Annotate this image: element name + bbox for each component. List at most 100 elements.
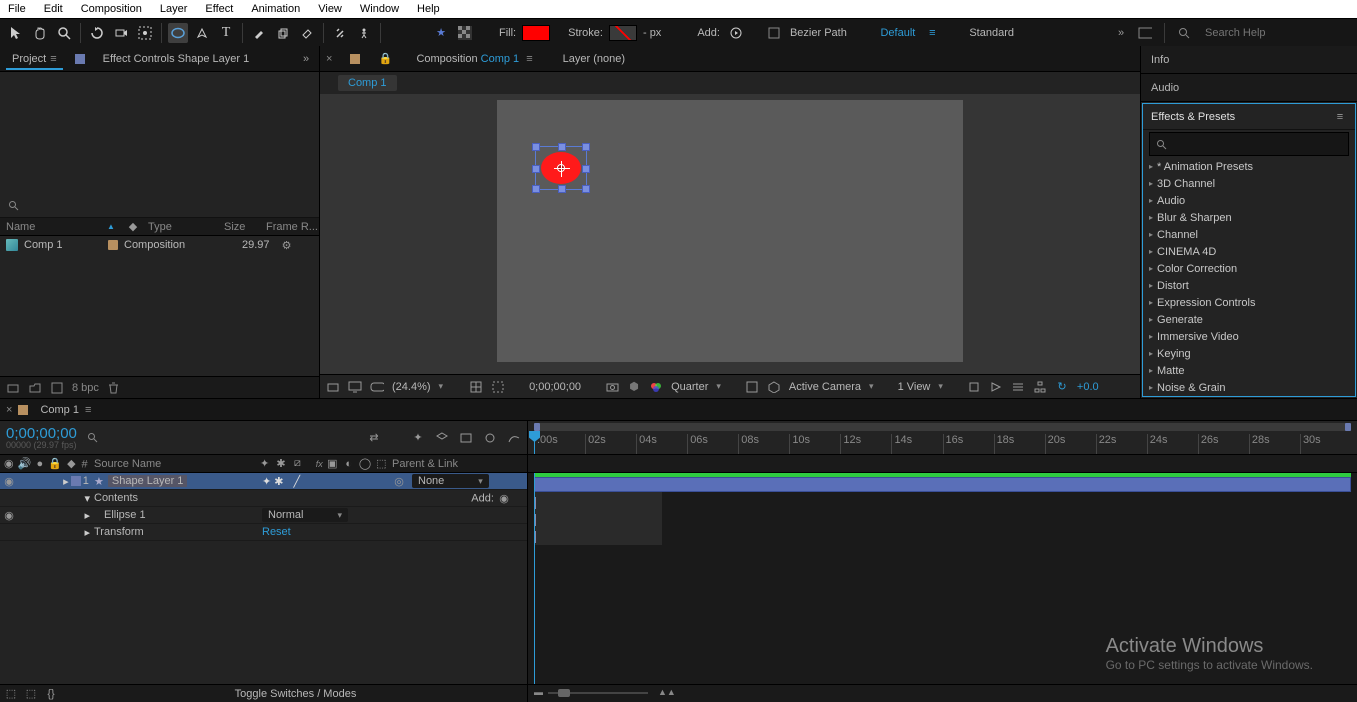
effects-category[interactable]: ▸Matte [1143,362,1355,379]
anchor-point-icon[interactable] [557,164,565,172]
graph-editor-icon[interactable] [507,431,521,445]
layer-transform-row[interactable]: ▸ Transform Reset [0,524,527,541]
interpret-icon[interactable] [6,381,20,395]
col-type[interactable]: Type [148,221,216,233]
time-ruler[interactable]: :00s02s04s06s08s10s12s14s16s18s20s22s24s… [528,421,1357,455]
search-help-input[interactable] [1201,24,1351,42]
handle-nw[interactable] [532,143,540,151]
col-size[interactable]: Size [224,221,258,233]
pixel-aspect-icon[interactable] [967,380,981,394]
col-name[interactable]: Name [6,221,96,233]
solo-col-icon[interactable]: ● [35,457,44,471]
view-layout-icon[interactable] [745,380,759,394]
blend-mode-dropdown[interactable]: Normal▾ [262,508,348,522]
comp-breadcrumb[interactable]: Comp 1 [338,75,397,91]
time-value[interactable]: 0;00;00;00 [529,381,581,393]
col-source-name[interactable]: Source Name [90,458,258,470]
handle-s[interactable] [558,185,566,193]
track-area[interactable] [528,473,1357,684]
exposure-reset-icon[interactable]: ↻ [1055,380,1069,394]
panel-menu-icon[interactable]: ≡ [1333,110,1347,124]
rotate-tool-icon[interactable] [87,23,107,43]
panel-overflow-icon[interactable]: » [299,52,313,66]
text-tool-icon[interactable]: T [216,23,236,43]
stroke-swatch[interactable] [609,25,637,41]
add-arrow-icon[interactable]: ◉ [497,491,511,505]
menu-animation[interactable]: Animation [251,3,300,15]
effects-category[interactable]: ▸Generate [1143,311,1355,328]
current-timecode[interactable]: 0;00;00;00 [6,426,77,441]
motion-blur-icon[interactable] [483,431,497,445]
label-color-icon[interactable] [108,240,118,250]
bpc-label[interactable]: 8 bpc [72,382,99,394]
workspace-standard[interactable]: Standard [969,27,1014,39]
fast-preview-icon[interactable] [989,380,1003,394]
handle-w[interactable] [532,165,540,173]
effects-category[interactable]: ▸CINEMA 4D [1143,243,1355,260]
layer-contents-row[interactable]: ▾ Contents Add: ◉ [0,490,527,507]
anchor-tool-icon[interactable] [135,23,155,43]
color-mgmt-icon[interactable] [649,380,663,394]
effects-search[interactable] [1149,132,1349,156]
brace-icon[interactable]: {} [44,687,58,701]
zoom-out-icon[interactable]: ▬ [534,687,543,697]
menu-edit[interactable]: Edit [44,3,63,15]
ellipse-tool-icon[interactable] [168,23,188,43]
workspace-menu-icon[interactable]: ≡ [925,26,939,40]
toggle-icon[interactable]: ⬚ [4,687,18,701]
add-arrow-icon[interactable] [726,23,746,43]
lock-col-icon[interactable]: 🔒 [48,457,62,471]
layer-ellipse-row[interactable]: ◉ ▸ Ellipse 1 Normal▾ [0,507,527,524]
always-preview-icon[interactable] [326,380,340,394]
render-icon[interactable]: ⬚ [24,687,38,701]
menu-view[interactable]: View [318,3,342,15]
menu-effect[interactable]: Effect [205,3,233,15]
puppet-tool-icon[interactable] [354,23,374,43]
workspace-default[interactable]: Default [880,27,915,39]
exposure-value[interactable]: +0.0 [1077,381,1099,393]
view-3d-icon[interactable] [767,380,781,394]
tab-effect-controls[interactable]: Effect Controls Shape Layer 1 [97,49,256,69]
reset-link[interactable]: Reset [262,526,291,538]
menu-window[interactable]: Window [360,3,399,15]
playhead[interactable] [534,431,535,454]
roi-icon[interactable] [491,380,505,394]
col-framerate[interactable]: Frame R... [266,221,318,233]
effects-category[interactable]: ▸Blur & Sharpen [1143,209,1355,226]
lock-icon[interactable]: 🔒 [378,52,392,66]
label-col-icon[interactable]: ◆ [64,457,78,471]
frame-blend-icon[interactable] [459,431,473,445]
pickwhip-icon[interactable]: ◎ [392,474,406,488]
handle-sw[interactable] [532,185,540,193]
layer-bar-shape-layer-1[interactable] [534,477,1351,492]
effects-category[interactable]: ▸Expression Controls [1143,294,1355,311]
camera-tool-icon[interactable] [111,23,131,43]
zoom-slider[interactable] [548,689,648,697]
menu-help[interactable]: Help [417,3,440,15]
audio-panel-header[interactable]: Audio [1141,74,1357,102]
draft3d-icon[interactable] [435,431,449,445]
effects-category[interactable]: ▸Keying [1143,345,1355,362]
effects-category[interactable]: ▸Immersive Video [1143,328,1355,345]
tab-project[interactable]: Project≡ [6,49,63,69]
star-icon[interactable]: ★ [431,23,451,43]
brush-tool-icon[interactable] [249,23,269,43]
fill-swatch[interactable] [522,25,550,41]
roto-tool-icon[interactable] [330,23,350,43]
stroke-width[interactable]: - px [643,27,661,39]
timeline-search[interactable] [87,432,357,443]
timeline-icon[interactable] [1011,380,1025,394]
clone-tool-icon[interactable] [273,23,293,43]
tag-icon[interactable]: ◆ [126,220,140,234]
bezier-checkbox[interactable] [764,23,784,43]
zoom-in-icon[interactable]: ▲▲ [658,687,676,697]
timeline-tab-comp1[interactable]: Comp 1≡ [34,400,97,420]
shy-icon[interactable]: ✦ [411,431,425,445]
handle-se[interactable] [582,185,590,193]
new-folder-icon[interactable] [28,381,42,395]
menu-layer[interactable]: Layer [160,3,188,15]
sort-icon[interactable]: ▲ [104,220,118,234]
col-parent[interactable]: Parent & Link [388,458,527,470]
effects-category[interactable]: ▸Audio [1143,192,1355,209]
eye-col-icon[interactable]: ◉ [4,457,14,471]
